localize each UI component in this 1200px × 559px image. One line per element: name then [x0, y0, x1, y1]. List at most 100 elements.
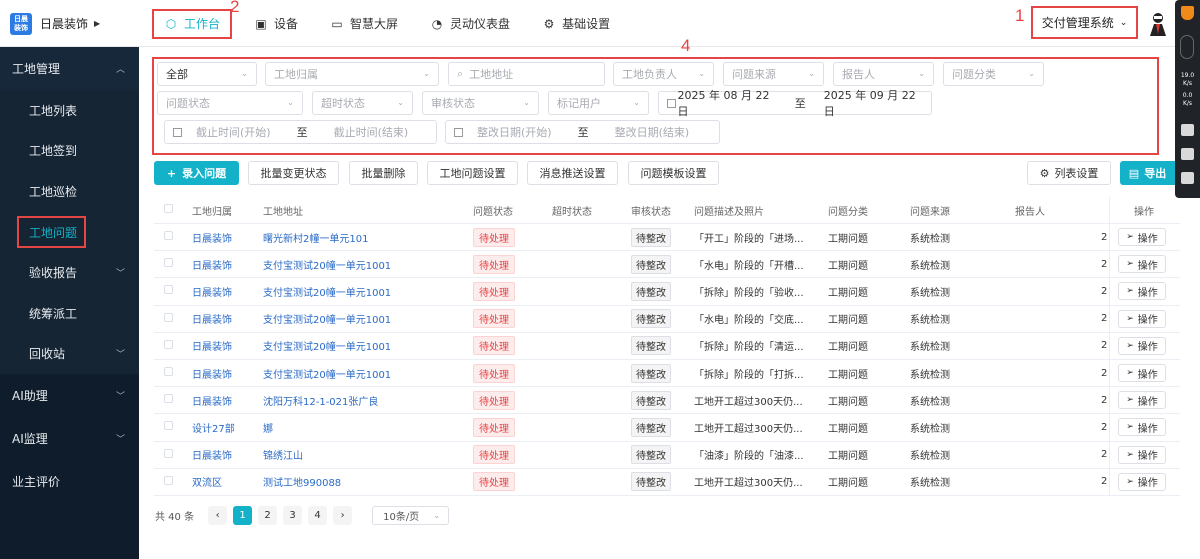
brand[interactable]: 日晨 装饰 日晨装饰 ▶ — [0, 0, 139, 47]
column-settings-button[interactable]: ⚙ 列表设置 — [1027, 161, 1111, 185]
cell-address[interactable]: 沈阳万科12-1-021张广良 — [259, 393, 469, 408]
cell-address[interactable]: 支付宝测试20幢一单元1001 — [259, 366, 469, 381]
page-button[interactable]: 4 — [308, 505, 328, 525]
row-action-button[interactable]: ➢ 操作 — [1118, 445, 1166, 464]
nav-basic-settings[interactable]: ⚙ 基础设置 — [532, 9, 620, 39]
table-row[interactable]: 设计27部娜待处理 待整改 工地开工超过300天仍... 工期问题 系统检测 2 ➢ 操作 — [154, 414, 1180, 442]
cell-owner[interactable]: 日晨装饰 — [188, 366, 259, 381]
cell-description[interactable]: 「水电」阶段的「交底... — [690, 311, 824, 326]
cell-description[interactable]: 工地开工超过300天仍... — [690, 420, 824, 435]
sidebar-item-acceptance-report[interactable]: 验收报告 ﹀ — [0, 252, 139, 293]
cell-description[interactable]: 「拆除」阶段的「打拆... — [690, 366, 824, 381]
row-checkbox[interactable] — [154, 394, 188, 406]
row-action-button[interactable]: ➢ 操作 — [1118, 418, 1166, 437]
sidebar-item-site-issues[interactable]: 工地问题 — [0, 212, 139, 253]
cell-address[interactable]: 锦绣江山 — [259, 447, 469, 462]
site-address-input[interactable]: ⌕ 工地地址 — [448, 62, 605, 86]
row-action-button[interactable]: ➢ 操作 — [1118, 391, 1166, 410]
table-row[interactable]: 双流区 测试工地990088 待处理 待整改 工地开工超过300天仍... 工期问题 系统检… — [154, 468, 1180, 496]
table-row[interactable]: 日晨装饰 曙光新村2幢一单元101 待处理 待整改 「开工」阶段的「进场... 工期问题 系… — [154, 224, 1180, 252]
nav-workbench[interactable]: ⬡ 工作台 — [152, 8, 233, 39]
cell-owner[interactable]: 日晨装饰 — [188, 230, 259, 245]
date-range-picker[interactable]: 2025 年 08 月 22 日 至 2025 年 09 月 22 日 — [658, 89, 932, 118]
cell-description[interactable]: 「开工」阶段的「进场... — [690, 230, 824, 245]
row-action-button[interactable]: ➢ 操作 — [1118, 472, 1166, 491]
sidebar-group-owner-review[interactable]: 业主评价 — [0, 460, 139, 503]
row-action-button[interactable]: ➢ 操作 — [1118, 255, 1166, 274]
nav-big-screen[interactable]: ▭ 智慧大屏 — [320, 9, 408, 39]
batch-delete-button[interactable]: 批量删除 — [349, 161, 418, 185]
batch-status-button[interactable]: 批量变更状态 — [248, 161, 339, 185]
cell-description[interactable]: 工地开工超过300天仍... — [690, 393, 824, 408]
cell-address[interactable]: 支付宝测试20幢一单元1001 — [259, 284, 469, 299]
table-row[interactable]: 日晨装饰 支付宝测试20幢一单元1001 待处理 待整改 「拆除」阶段的「验收... 工期… — [154, 278, 1180, 306]
add-issue-button[interactable]: + 录入问题 — [154, 161, 239, 185]
rectify-date-range-picker[interactable]: 整改日期(开始) 至 整改日期(结束) — [445, 120, 720, 144]
cell-owner[interactable]: 日晨装饰 — [188, 338, 259, 353]
reporter-select[interactable]: 报告人 ⌄ — [833, 62, 934, 86]
sidebar-item-site-list[interactable]: 工地列表 — [0, 90, 139, 131]
prev-page-button[interactable]: ‹ — [208, 505, 228, 525]
site-owner-select[interactable]: 工地归属 ⌄ — [265, 62, 439, 86]
sidebar-item-site-inspection[interactable]: 工地巡检 — [0, 171, 139, 212]
toggle-switch[interactable] — [1180, 35, 1194, 59]
cell-description[interactable]: 「拆除」阶段的「清运... — [690, 338, 824, 353]
row-action-button[interactable]: ➢ 操作 — [1118, 364, 1166, 383]
next-page-button[interactable]: › — [333, 505, 353, 525]
cell-owner[interactable]: 日晨装饰 — [188, 284, 259, 299]
mark-user-select[interactable]: 标记用户 ⌄ — [548, 91, 649, 115]
cell-owner[interactable]: 双流区 — [188, 474, 259, 489]
row-action-button[interactable]: ➢ 操作 — [1118, 309, 1166, 328]
overdue-status-select[interactable]: 超时状态 ⌄ — [312, 91, 413, 115]
cell-address[interactable]: 支付宝测试20幢一单元1001 — [259, 257, 469, 272]
cell-address[interactable]: 测试工地990088 — [259, 474, 469, 489]
cell-owner[interactable]: 日晨装饰 — [188, 311, 259, 326]
row-checkbox[interactable] — [154, 475, 188, 488]
search-icon[interactable] — [1181, 172, 1194, 184]
cell-description[interactable]: 「水电」阶段的「开槽... — [690, 257, 824, 272]
site-manager-select[interactable]: 工地负责人 ⌄ — [613, 62, 714, 86]
row-checkbox[interactable] — [154, 367, 188, 379]
table-row[interactable]: 日晨装饰 支付宝测试20幢一单元1001 待处理 待整改 「水电」阶段的「交底... 工期… — [154, 305, 1180, 333]
screenshot-icon[interactable] — [1181, 148, 1194, 160]
cell-description[interactable]: 「拆除」阶段的「验收... — [690, 284, 824, 299]
avatar[interactable] — [1146, 10, 1170, 36]
system-switcher[interactable]: 交付管理系统 ⌄ — [1031, 6, 1138, 39]
page-button[interactable]: 2 — [258, 505, 278, 525]
nav-devices[interactable]: ▣ 设备 — [244, 9, 308, 39]
sidebar-item-dispatch[interactable]: 统筹派工 — [0, 293, 139, 334]
page-button[interactable]: 3 — [283, 505, 303, 525]
page-button[interactable]: 1 — [233, 505, 253, 525]
chat-icon[interactable] — [1181, 124, 1194, 136]
row-action-button[interactable]: ➢ 操作 — [1118, 336, 1166, 355]
deadline-range-picker[interactable]: 截止时间(开始) 至 截止时间(结束) — [164, 120, 437, 144]
cell-owner[interactable]: 日晨装饰 — [188, 257, 259, 272]
cell-owner[interactable]: 设计27部 — [188, 420, 259, 435]
table-row[interactable]: 日晨装饰 锦绣江山 待处理 待整改 「油漆」阶段的「油漆... 工期问题 系统检测 2 ➢ 操作 — [154, 441, 1180, 469]
issue-category-select[interactable]: 问题分类 ⌄ — [943, 62, 1044, 86]
cell-address[interactable]: 娜 — [259, 420, 469, 435]
template-settings-button[interactable]: 问题模板设置 — [628, 161, 719, 185]
row-checkbox[interactable] — [154, 448, 188, 461]
sidebar-group-site-management[interactable]: 工地管理 ︿ — [0, 47, 139, 90]
nav-dashboard[interactable]: ◔ 灵动仪表盘 — [420, 9, 520, 39]
sidebar-item-site-checkin[interactable]: 工地签到 — [0, 131, 139, 172]
issue-status-select[interactable]: 问题状态 ⌄ — [157, 91, 303, 115]
issue-source-select[interactable]: 问题来源 ⌄ — [723, 62, 824, 86]
table-row[interactable]: 日晨装饰 支付宝测试20幢一单元1001 待处理 待整改 「水电」阶段的「开槽... 工期… — [154, 251, 1180, 279]
page-size-select[interactable]: 10条/页 ⌄ — [372, 505, 450, 525]
select-all-checkbox[interactable] — [154, 204, 188, 216]
sidebar-group-ai-supervisor[interactable]: AI监理 ﹀ — [0, 417, 139, 460]
export-button[interactable]: ▤ 导出 — [1120, 161, 1175, 185]
cell-owner[interactable]: 日晨装饰 — [188, 393, 259, 408]
push-settings-button[interactable]: 消息推送设置 — [527, 161, 618, 185]
cell-description[interactable]: 工地开工超过300天仍... — [690, 474, 824, 489]
cell-address[interactable]: 曙光新村2幢一单元101 — [259, 230, 469, 245]
row-checkbox[interactable] — [154, 339, 188, 352]
cell-address[interactable]: 支付宝测试20幢一单元1001 — [259, 311, 469, 326]
row-checkbox[interactable] — [154, 258, 188, 270]
audit-status-select[interactable]: 审核状态 ⌄ — [422, 91, 539, 115]
sidebar-group-ai-assistant[interactable]: AI助理 ﹀ — [0, 374, 139, 417]
cell-owner[interactable]: 日晨装饰 — [188, 447, 259, 462]
row-checkbox[interactable] — [154, 421, 188, 433]
